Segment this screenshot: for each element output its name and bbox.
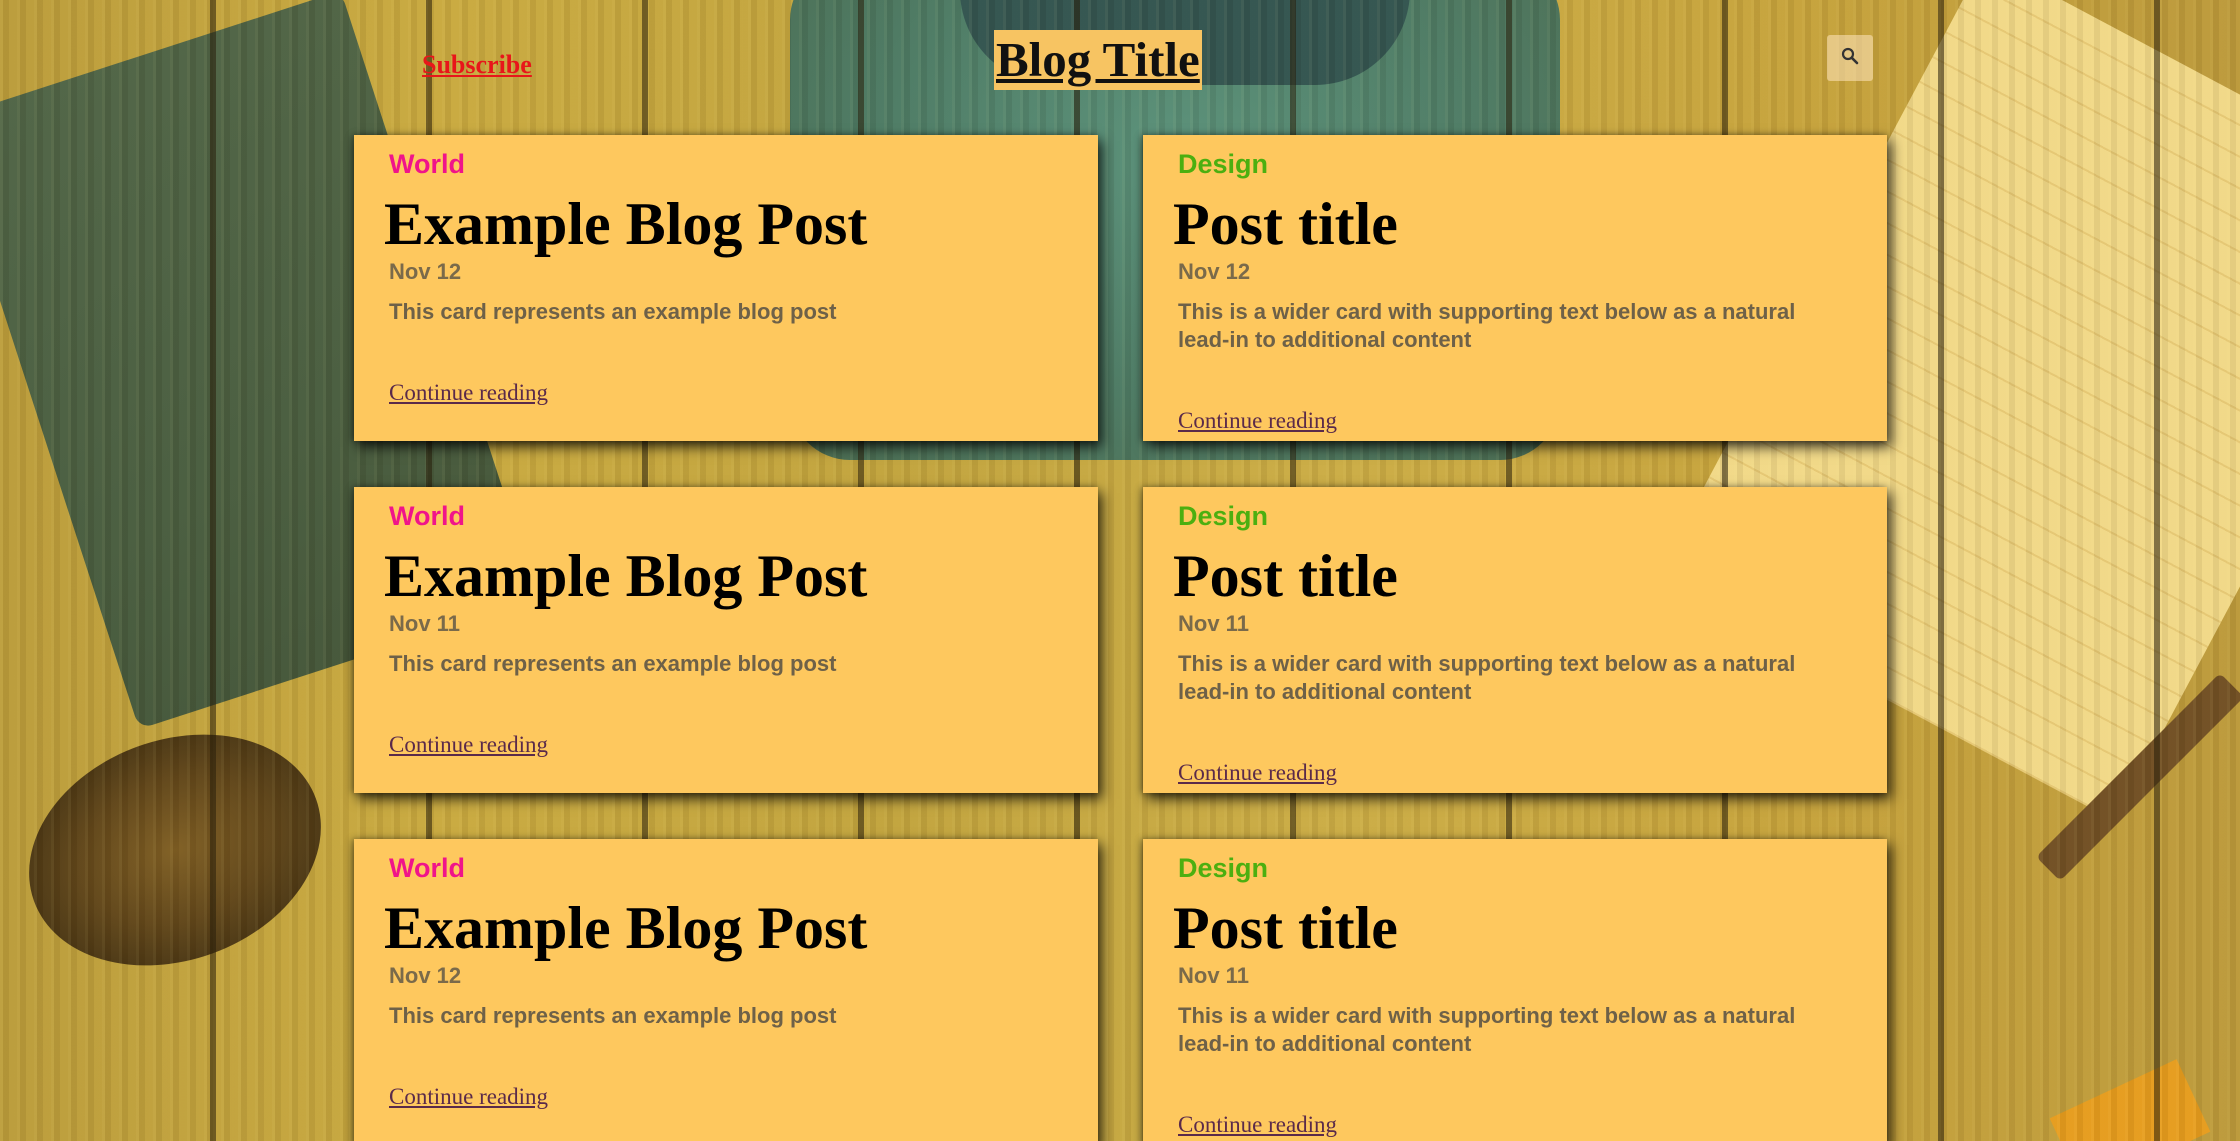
post-category[interactable]: Design [1178, 149, 1268, 180]
continue-reading-link[interactable]: Continue reading [1178, 760, 1337, 786]
post-title: Example Blog Post [384, 191, 868, 257]
post-date: Nov 12 [389, 259, 462, 284]
continue-reading-link[interactable]: Continue reading [389, 1084, 548, 1110]
post-card: World Example Blog Post Nov 12 This card… [354, 135, 1098, 441]
post-date: Nov 11 [1178, 963, 1249, 988]
post-title: Post title [1173, 895, 1398, 961]
post-excerpt: This is a wider card with supporting tex… [1178, 651, 1796, 704]
subscribe-link[interactable]: Subscribe [422, 50, 532, 80]
site-header: Subscribe Blog Title [0, 0, 2240, 120]
post-card: Design Post title Nov 11 This is a wider… [1143, 839, 1887, 1141]
post-card: World Example Blog Post Nov 12 This card… [354, 839, 1098, 1141]
post-excerpt: This card represents an example blog pos… [389, 651, 837, 676]
post-date: Nov 12 [1178, 259, 1251, 284]
post-date: Nov 11 [1178, 611, 1249, 636]
wood-planks [0, 0, 2240, 1141]
background-image [0, 0, 2240, 1141]
continue-reading-link[interactable]: Continue reading [389, 380, 548, 406]
blog-title-link[interactable]: Blog Title [994, 30, 1202, 90]
post-card: World Example Blog Post Nov 11 This card… [354, 487, 1098, 793]
post-category[interactable]: World [389, 853, 465, 884]
post-excerpt: This card represents an example blog pos… [389, 1003, 837, 1028]
post-card: Design Post title Nov 11 This is a wider… [1143, 487, 1887, 793]
post-title: Example Blog Post [384, 543, 868, 609]
search-icon [1840, 46, 1860, 71]
post-title: Post title [1173, 191, 1398, 257]
post-excerpt: This is a wider card with supporting tex… [1178, 299, 1796, 352]
post-excerpt: This is a wider card with supporting tex… [1178, 1003, 1796, 1056]
continue-reading-link[interactable]: Continue reading [1178, 1112, 1337, 1138]
post-title: Example Blog Post [384, 895, 868, 961]
post-category[interactable]: Design [1178, 853, 1268, 884]
post-category[interactable]: World [389, 501, 465, 532]
continue-reading-link[interactable]: Continue reading [1178, 408, 1337, 434]
post-date: Nov 11 [389, 611, 460, 636]
post-title: Post title [1173, 543, 1398, 609]
post-excerpt: This card represents an example blog pos… [389, 299, 837, 324]
search-button[interactable] [1827, 35, 1873, 81]
post-date: Nov 12 [389, 963, 462, 988]
post-category[interactable]: World [389, 149, 465, 180]
post-category[interactable]: Design [1178, 501, 1268, 532]
continue-reading-link[interactable]: Continue reading [389, 732, 548, 758]
post-card: Design Post title Nov 12 This is a wider… [1143, 135, 1887, 441]
